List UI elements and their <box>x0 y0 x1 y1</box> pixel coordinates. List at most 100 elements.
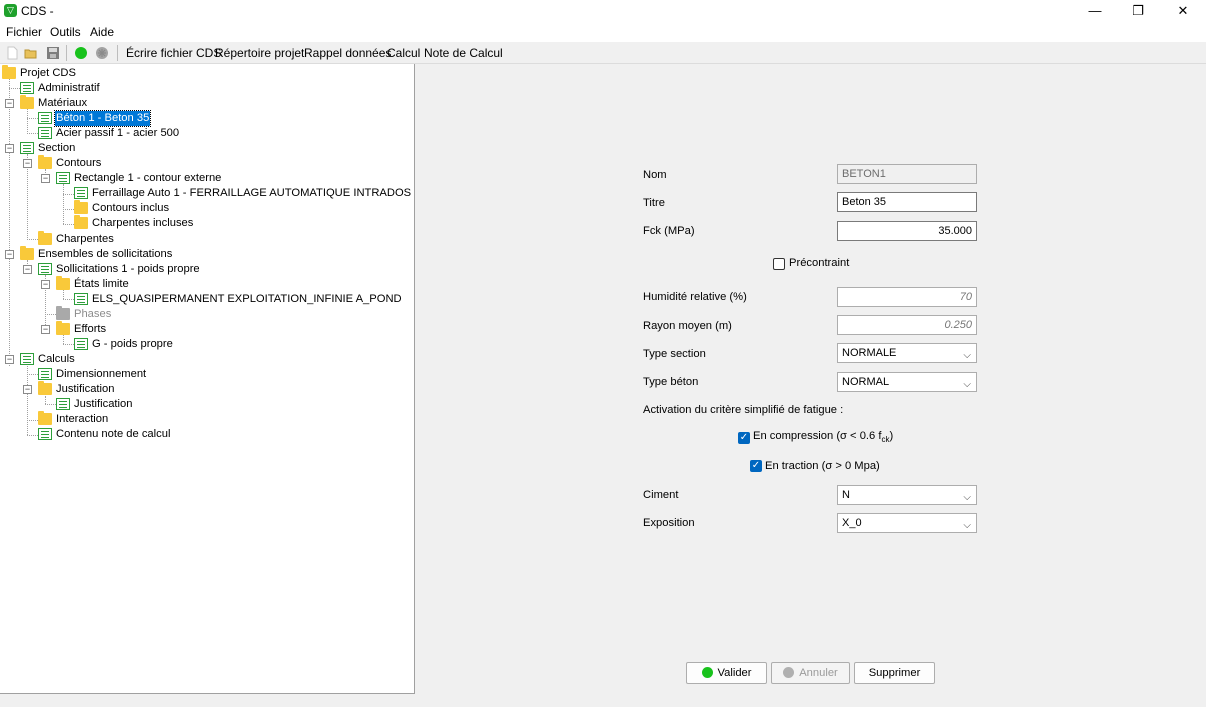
status-green-icon[interactable] <box>74 46 88 60</box>
tree-line <box>27 374 38 375</box>
new-file-icon[interactable] <box>5 46 19 60</box>
check-green-icon <box>701 667 713 678</box>
tree-expander[interactable]: − <box>5 250 14 259</box>
fck-field[interactable]: 35.000 <box>837 221 977 241</box>
toolbar-separator <box>66 45 67 61</box>
precontraint-checkbox[interactable] <box>773 258 785 270</box>
minimize-button[interactable]: — <box>1072 0 1118 22</box>
close-button[interactable]: ✕ <box>1160 0 1206 22</box>
folder-icon <box>56 321 70 335</box>
compression-checkbox[interactable]: ✓ <box>738 432 750 444</box>
tree-expander[interactable]: − <box>23 385 32 394</box>
traction-label: En traction (σ > 0 Mpa) <box>765 460 880 472</box>
cancel-grey-icon <box>783 667 795 678</box>
annuler-button[interactable]: Annuler <box>771 662 850 684</box>
titre-field[interactable]: Beton 35 <box>837 192 977 212</box>
tree-node-label: Contours inclus <box>92 202 170 214</box>
compression-text: En compression (σ < 0.6 f <box>753 430 882 442</box>
tree-node-label: Interaction <box>56 413 109 425</box>
titre-label: Titre <box>643 197 665 209</box>
ciment-select[interactable]: N ⌵ <box>837 485 977 505</box>
folder-icon <box>38 231 52 245</box>
maximize-button[interactable]: ❐ <box>1115 0 1161 22</box>
menu-outils[interactable]: Outils <box>50 25 81 39</box>
tree-node-label: Charpentes incluses <box>92 217 194 229</box>
window-title: CDS - <box>21 4 54 18</box>
form-icon <box>20 82 34 94</box>
tree-line <box>63 224 74 225</box>
tree-line <box>45 314 56 315</box>
folder-icon <box>2 65 16 79</box>
status-grey-icon[interactable] <box>95 46 109 60</box>
tree-expander[interactable]: − <box>41 174 50 183</box>
traction-checkbox[interactable]: ✓ <box>750 460 762 472</box>
tree-node-label: Justification <box>74 398 133 410</box>
save-icon[interactable] <box>46 46 60 60</box>
tree-line <box>9 78 10 366</box>
tree-expander[interactable]: − <box>41 280 50 289</box>
rayon-label: Rayon moyen (m) <box>643 320 732 332</box>
form-icon <box>38 428 52 440</box>
folder-icon <box>38 381 52 395</box>
annuler-label: Annuler <box>799 667 838 679</box>
supprimer-button[interactable]: Supprimer <box>854 662 935 684</box>
folder-icon <box>20 95 34 109</box>
type-beton-select[interactable]: NORMAL ⌵ <box>837 372 977 392</box>
tree-line <box>45 396 46 404</box>
toolbar-rappel-donnees[interactable]: Rappel données <box>304 46 391 60</box>
folder-icon <box>38 155 52 169</box>
compression-label: En compression (σ < 0.6 fck) <box>753 430 893 444</box>
tree-line <box>27 239 38 240</box>
tree-node-label: Contenu note de calcul <box>56 428 171 440</box>
humidite-field[interactable]: 70 <box>837 287 977 307</box>
nom-label: Nom <box>643 169 667 181</box>
menu-aide[interactable]: Aide <box>90 25 114 39</box>
tree-node-label: ELS_QUASIPERMANENT EXPLOITATION_INFINIE … <box>92 293 402 305</box>
rayon-field[interactable]: 0.250 <box>837 315 977 335</box>
compression-suffix: ) <box>889 430 894 442</box>
tree-line <box>63 344 74 345</box>
tree-node-label: Section <box>38 142 76 154</box>
folder-icon <box>74 215 88 229</box>
valider-button[interactable]: Valider <box>686 662 767 684</box>
tree-expander[interactable]: − <box>41 325 50 334</box>
tree-line <box>63 290 64 299</box>
menu-fichier[interactable]: Fichier <box>6 25 42 39</box>
exposition-select[interactable]: X_0 ⌵ <box>837 513 977 533</box>
toolbar-repertoire-projet[interactable]: Répertoire projet <box>215 46 304 60</box>
form-icon <box>38 263 52 275</box>
tree-node-label: Rectangle 1 - contour externe <box>74 172 222 184</box>
title-bar: ▽ CDS - — ❐ ✕ <box>0 0 1206 22</box>
tree-expander[interactable]: − <box>5 99 14 108</box>
type-section-value: NORMALE <box>842 347 897 359</box>
form-icon <box>74 187 88 199</box>
tree-node-label: G - poids propre <box>92 338 173 350</box>
tree-expander[interactable]: − <box>5 144 14 153</box>
tree-expander[interactable]: − <box>23 265 32 274</box>
folder-icon <box>38 411 52 425</box>
exposition-value: X_0 <box>842 517 862 529</box>
toolbar-calcul[interactable]: Calcul <box>387 46 420 60</box>
tree-expander[interactable]: − <box>5 355 14 364</box>
form-icon <box>56 172 70 184</box>
form-icon <box>56 398 70 410</box>
chevron-down-icon: ⌵ <box>963 520 971 531</box>
tree-node-label: Dimensionnement <box>56 368 147 380</box>
tree-expander[interactable]: − <box>23 159 32 168</box>
toolbar-note-de-calcul[interactable]: Note de Calcul <box>424 46 503 60</box>
fck-label: Fck (MPa) <box>643 225 695 237</box>
toolbar-ecrire-fichier[interactable]: Écrire fichier CDS <box>126 46 221 60</box>
type-section-select[interactable]: NORMALE ⌵ <box>837 343 977 363</box>
menu-bar: Fichier Outils Aide <box>0 22 1206 42</box>
ciment-value: N <box>842 489 850 501</box>
open-folder-icon[interactable] <box>24 46 38 60</box>
tree-line <box>63 299 74 300</box>
project-tree[interactable]: − − − − − − − − − − Projet CDS Administr… <box>0 64 415 694</box>
tree-line <box>27 420 38 421</box>
tree-node-label: Calculs <box>38 353 75 365</box>
exposition-label: Exposition <box>643 517 695 529</box>
type-section-label: Type section <box>643 348 706 360</box>
tree-line <box>63 184 64 224</box>
tree-line <box>27 133 38 134</box>
tree-node-label: Ferraillage Auto 1 - FERRAILLAGE AUTOMAT… <box>92 187 412 199</box>
